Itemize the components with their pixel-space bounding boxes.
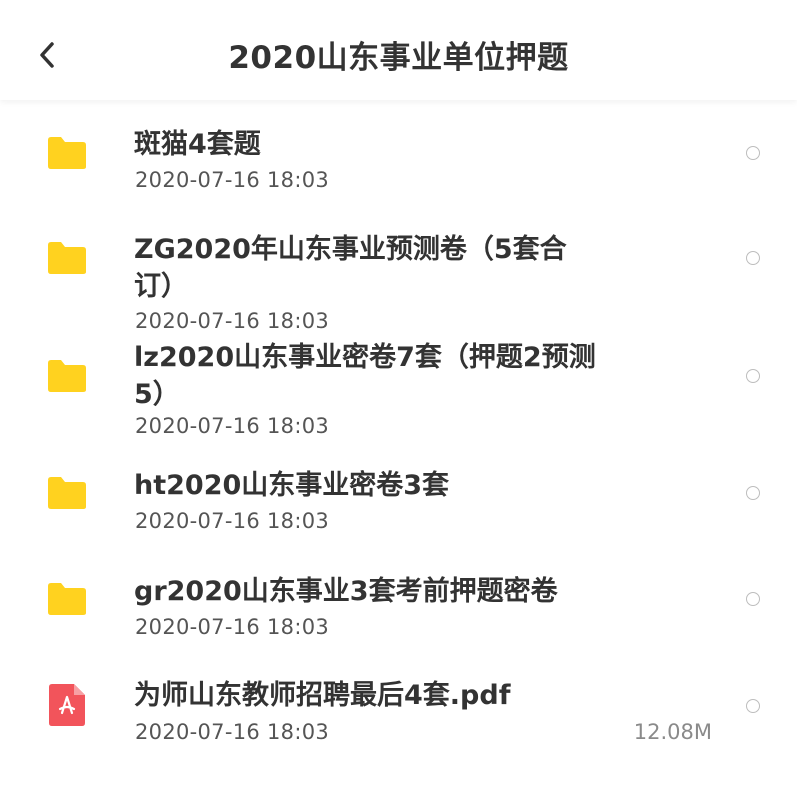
file-name: ZG2020年山东事业预测卷（5套合订） — [134, 234, 567, 302]
file-row[interactable]: 为师山东教师招聘最后4套.pdf 2020-07-16 18:03 12.08M — [0, 665, 797, 765]
file-date: 2020-07-16 18:03 — [135, 309, 330, 333]
folder-icon — [48, 242, 86, 274]
file-date: 2020-07-16 18:03 — [135, 720, 330, 744]
folder-icon — [48, 583, 86, 615]
file-date: 2020-07-16 18:03 — [135, 168, 330, 192]
file-name: 为师山东教师招聘最后4套.pdf — [134, 680, 511, 711]
select-radio[interactable] — [746, 592, 760, 606]
file-name: lz2020山东事业密卷7套（押题2预测5） — [134, 342, 596, 410]
file-row[interactable]: 斑猫4套题 2020-07-16 18:03 — [0, 110, 797, 210]
file-size: 12.08M — [633, 720, 712, 744]
select-radio[interactable] — [746, 486, 760, 500]
file-name: ht2020山东事业密卷3套 — [134, 470, 450, 501]
file-row[interactable]: gr2020山东事业3套考前押题密卷 2020-07-16 18:03 — [0, 560, 797, 660]
select-radio[interactable] — [746, 369, 760, 383]
select-radio[interactable] — [746, 699, 760, 713]
folder-icon — [48, 477, 86, 509]
file-date: 2020-07-16 18:03 — [135, 615, 330, 639]
file-date: 2020-07-16 18:03 — [135, 509, 330, 533]
pdf-icon — [49, 684, 85, 726]
folder-icon — [48, 137, 86, 169]
file-date: 2020-07-16 18:03 — [135, 414, 330, 438]
file-row[interactable]: lz2020山东事业密卷7套（押题2预测5） 2020-07-16 18:03 — [0, 335, 797, 445]
top-bar: 2020山东事业单位押题 — [0, 0, 797, 100]
file-name: 斑猫4套题 — [134, 129, 261, 160]
file-row[interactable]: ht2020山东事业密卷3套 2020-07-16 18:03 — [0, 455, 797, 555]
select-radio[interactable] — [746, 146, 760, 160]
page-title: 2020山东事业单位押题 — [228, 40, 569, 76]
file-row[interactable]: ZG2020年山东事业预测卷（5套合订） 2020-07-16 18:03 — [0, 225, 797, 335]
file-name: gr2020山东事业3套考前押题密卷 — [134, 576, 558, 607]
folder-icon — [48, 360, 86, 392]
select-radio[interactable] — [746, 251, 760, 265]
